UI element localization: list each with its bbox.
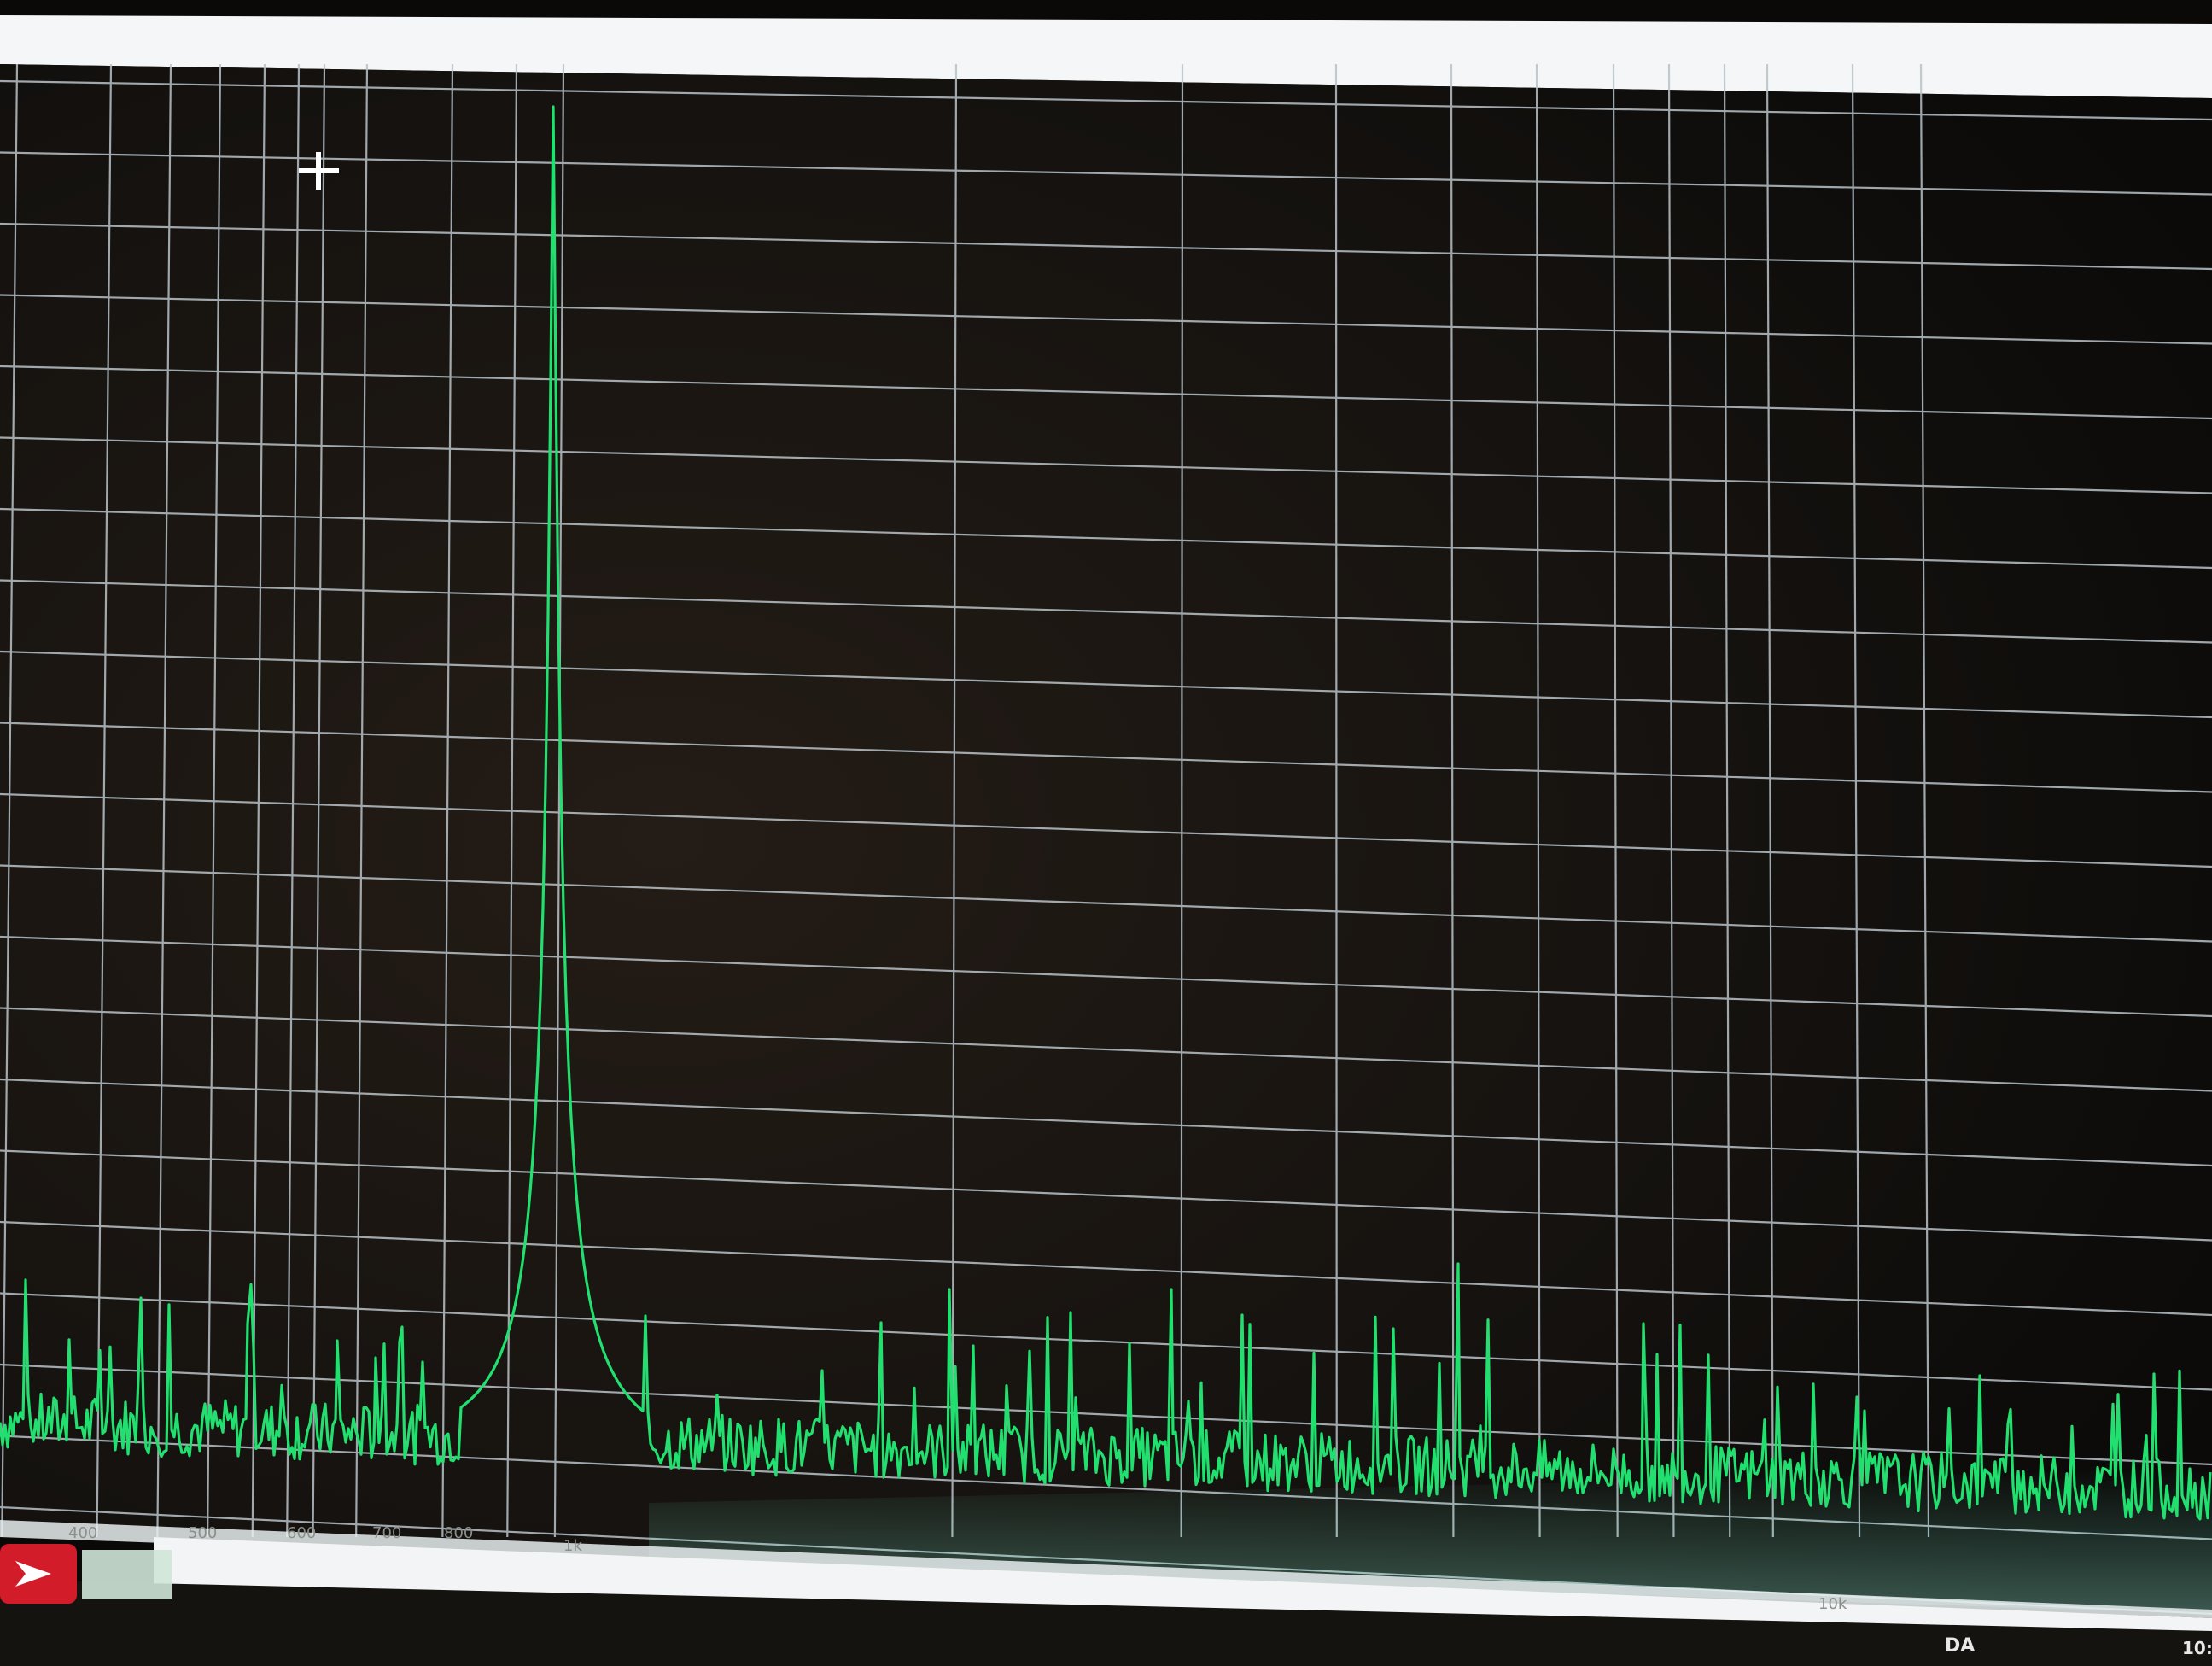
app-thumbnail [82, 1550, 172, 1599]
monitor-photo [0, 0, 2212, 1666]
grid-vline [1334, 63, 1338, 1538]
x-tick-600: 600 [287, 1524, 317, 1542]
x-tick-10k: 10k [1818, 1595, 1847, 1613]
x-tick-400: 400 [68, 1524, 98, 1542]
x-tick-1k: 1k [563, 1537, 582, 1555]
x-tick-500: 500 [188, 1524, 218, 1542]
x-tick-700: 700 [372, 1524, 402, 1542]
x-tick-800: 800 [444, 1524, 474, 1542]
app-arrow-icon[interactable] [0, 1544, 77, 1604]
clock-text[interactable]: 10: [2182, 1638, 2212, 1658]
tray-label[interactable]: DA [1945, 1635, 1975, 1657]
plot-area [0, 64, 2212, 1610]
